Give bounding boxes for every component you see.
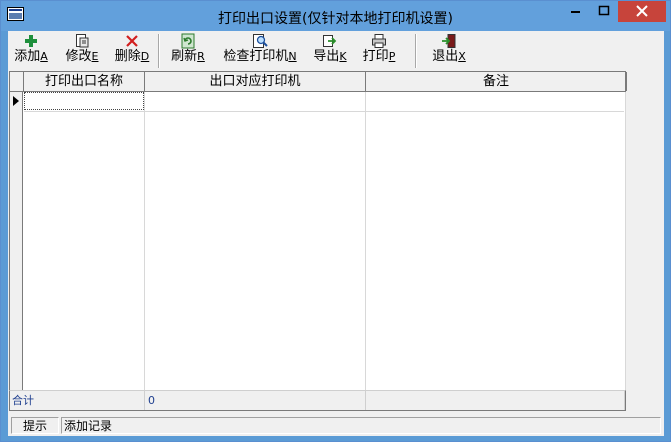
refresh-icon <box>181 33 195 49</box>
title-bar[interactable]: 打印出口设置(仅针对本地打印机设置) <box>1 1 670 31</box>
delete-x-icon <box>126 35 138 47</box>
column-divider <box>144 92 145 410</box>
delete-label: 删除 <box>114 49 141 64</box>
footer-total-label: 合计 <box>10 391 145 410</box>
exit-button[interactable]: 退出X <box>429 33 469 69</box>
add-button[interactable]: 添加A <box>12 33 50 69</box>
close-button[interactable] <box>618 1 666 22</box>
add-hotkey: A <box>40 50 48 63</box>
maximize-button[interactable] <box>590 1 618 22</box>
export-label: 导出 <box>313 49 340 64</box>
magnifier-doc-icon <box>253 34 268 48</box>
refresh-button[interactable]: 刷新R <box>167 33 209 69</box>
column-header-remark[interactable]: 备注 <box>366 72 627 91</box>
focused-cell[interactable] <box>24 92 144 110</box>
status-bar: 提示 添加记录 <box>8 416 664 436</box>
column-header-outlet-name[interactable]: 打印出口名称 <box>24 72 145 91</box>
app-window: 打印出口设置(仅针对本地打印机设置) 添加A 修改E 删除D 刷新R 检查打印机… <box>0 0 671 442</box>
delete-button[interactable]: 删除D <box>112 33 152 69</box>
row-header-corner <box>10 72 24 91</box>
export-icon <box>323 35 337 47</box>
toolbar: 添加A 修改E 删除D 刷新R 检查打印机N 导出K 打印P 退出X <box>8 31 664 71</box>
edit-doc-icon <box>76 34 89 48</box>
close-icon <box>636 5 648 17</box>
plus-icon <box>25 35 37 47</box>
printer-icon <box>372 34 386 48</box>
grid-header: 打印出口名称 出口对应打印机 备注 <box>10 72 627 92</box>
status-hint-label: 提示 <box>11 417 59 434</box>
check-printer-button[interactable]: 检查打印机N <box>217 33 303 69</box>
data-grid[interactable]: 打印出口名称 出口对应打印机 备注 <box>9 71 627 411</box>
status-message: 添加记录 <box>61 417 661 434</box>
add-label: 添加 <box>14 49 41 64</box>
print-button[interactable]: 打印P <box>359 33 399 69</box>
exit-label: 退出 <box>432 49 459 64</box>
client-area: 添加A 修改E 删除D 刷新R 检查打印机N 导出K 打印P 退出X 打印出口名… <box>8 31 664 436</box>
print-hotkey: P <box>388 50 396 63</box>
current-row-indicator-icon <box>13 96 19 106</box>
column-header-printer[interactable]: 出口对应打印机 <box>145 72 366 91</box>
row-selector-column <box>10 92 23 410</box>
refresh-hotkey: R <box>197 50 205 63</box>
check-printer-hotkey: N <box>288 50 297 63</box>
minimize-button[interactable] <box>562 1 590 22</box>
check-printer-label: 检查打印机 <box>223 49 289 64</box>
refresh-label: 刷新 <box>171 49 198 64</box>
edit-button[interactable]: 修改E <box>62 33 102 69</box>
toolbar-separator <box>158 34 160 68</box>
exit-hotkey: X <box>458 50 466 63</box>
export-hotkey: K <box>339 50 347 63</box>
delete-hotkey: D <box>140 50 150 63</box>
toolbar-separator <box>415 34 417 68</box>
export-button[interactable]: 导出K <box>310 33 350 69</box>
maximize-icon <box>598 5 610 16</box>
edit-label: 修改 <box>65 49 92 64</box>
footer-total-count: 0 <box>145 391 366 410</box>
column-divider <box>625 92 626 410</box>
grid-footer: 合计 0 <box>9 390 626 411</box>
minimize-icon <box>571 11 580 13</box>
edit-hotkey: E <box>91 50 99 63</box>
print-label: 打印 <box>362 49 389 64</box>
column-divider <box>365 92 366 410</box>
exit-door-icon <box>442 34 456 48</box>
footer-remark-cell <box>366 391 625 410</box>
